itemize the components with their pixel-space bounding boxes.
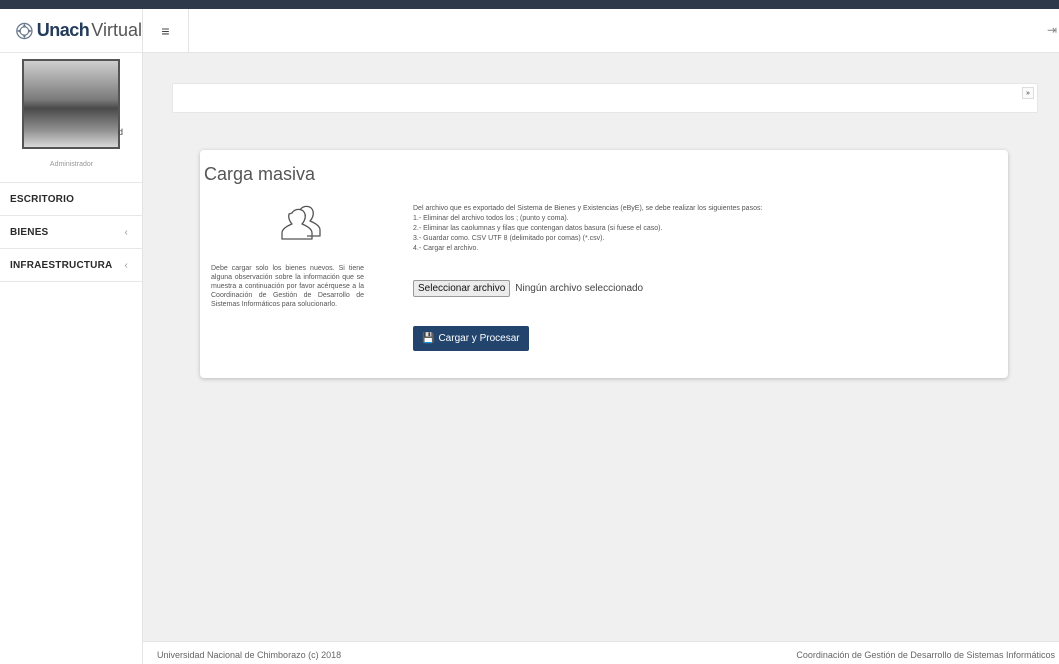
- instruction-line: 3.- Guardar como. CSV UTF 8 (delimitado …: [413, 235, 605, 242]
- brand-name-light: Virtual: [91, 20, 142, 40]
- sidebar: Unach Virtual d Administrador ESCRITORIO…: [0, 9, 143, 664]
- sidebar-item-label: BIENES: [10, 226, 49, 238]
- footer: Universidad Nacional de Chimborazo (c) 2…: [143, 641, 1059, 664]
- brand-name-bold: Unach: [36, 20, 90, 40]
- file-input: Seleccionar archivo Ningún archivo selec…: [413, 280, 643, 297]
- chevron-left-icon: ‹: [124, 226, 128, 238]
- instructions-list: Del archivo que es exportado del Sistema…: [413, 204, 762, 254]
- instruction-line: Del archivo que es exportado del Sistema…: [413, 205, 763, 212]
- avatar: [22, 59, 120, 149]
- file-status: Ningún archivo seleccionado: [515, 283, 644, 294]
- footer-department: Coordinación de Gestión de Desarrollo de…: [796, 650, 1055, 660]
- page-title: Carga masiva: [204, 164, 316, 184]
- instruction-line: 2.- Eliminar las caolumnas y filas que c…: [413, 225, 663, 232]
- expand-icon[interactable]: »: [1022, 87, 1034, 99]
- chevron-left-icon: ‹: [124, 259, 128, 271]
- logout-icon[interactable]: ⇥: [1047, 23, 1057, 37]
- upload-card: Carga masiva Debe cargar solo los bienes…: [200, 150, 1008, 378]
- top-bar: ≡ ⇥: [143, 9, 1059, 53]
- top-strip: [0, 0, 1059, 9]
- sidebar-item-escritorio[interactable]: ESCRITORIO: [0, 183, 142, 216]
- sidebar-item-label: INFRAESTRUCTURA: [10, 259, 113, 271]
- footer-copyright: Universidad Nacional de Chimborazo (c) 2…: [157, 650, 342, 660]
- user-role: Administrador: [49, 161, 94, 168]
- unach-logo-icon: [16, 22, 33, 39]
- save-icon: 💾: [422, 333, 435, 344]
- instruction-line: 1.- Eliminar del archivo todos los ; (pu…: [413, 215, 569, 222]
- upload-note: Debe cargar solo los bienes nuevos. Si t…: [211, 265, 364, 308]
- breadcrumb: »: [172, 83, 1038, 113]
- sidebar-item-infraestructura[interactable]: INFRAESTRUCTURA ‹: [0, 249, 142, 282]
- brand-logo[interactable]: Unach Virtual: [0, 9, 142, 53]
- choose-file-button[interactable]: Seleccionar archivo: [413, 280, 511, 297]
- instruction-line: 4.- Cargar el archivo.: [413, 245, 479, 252]
- user-name-fragment: d: [118, 127, 124, 137]
- sidebar-nav: ESCRITORIO BIENES ‹ INFRAESTRUCTURA ‹: [0, 183, 142, 282]
- sidebar-item-bienes[interactable]: BIENES ‹: [0, 216, 142, 249]
- upload-process-label: Cargar y Procesar: [438, 333, 520, 344]
- user-profile: d Administrador: [0, 53, 142, 183]
- users-icon: [281, 205, 321, 240]
- upload-process-button[interactable]: 💾 Cargar y Procesar: [413, 326, 529, 351]
- menu-toggle-icon[interactable]: ≡: [143, 9, 189, 53]
- sidebar-item-label: ESCRITORIO: [10, 193, 75, 205]
